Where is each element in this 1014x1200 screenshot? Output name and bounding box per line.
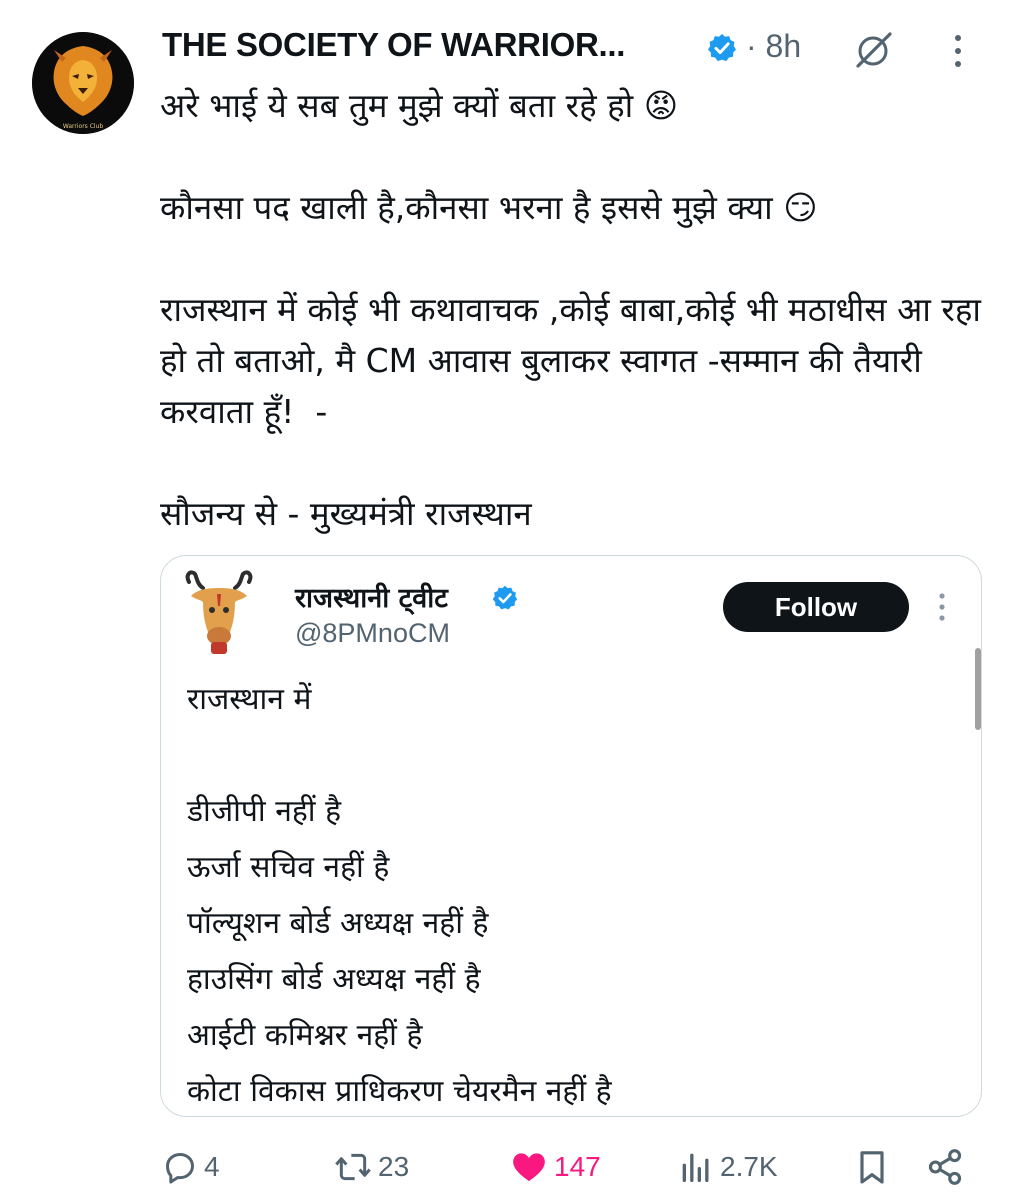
repost-button[interactable]: 23 [332, 1142, 409, 1192]
reply-button[interactable]: 4 [160, 1142, 220, 1192]
svg-text:Warriors Club: Warriors Club [63, 123, 104, 130]
reply-icon [166, 1153, 194, 1184]
bookmark-button[interactable] [852, 1142, 892, 1192]
follow-button[interactable]: Follow [723, 582, 909, 632]
more-vertical-icon[interactable] [937, 592, 947, 622]
action-bar: 4 23 147 2.7K [160, 1142, 970, 1192]
heart-icon [513, 1153, 545, 1182]
quote-scrollbar[interactable] [975, 648, 981, 730]
verified-badge-icon [708, 34, 736, 62]
bull-avatar-icon[interactable] [181, 570, 257, 660]
more-vertical-icon[interactable] [952, 34, 964, 68]
like-button[interactable]: 147 [508, 1142, 601, 1192]
share-icon [928, 1149, 962, 1185]
bookmark-icon [860, 1151, 884, 1184]
views-icon [682, 1153, 709, 1182]
repost-icon [335, 1153, 371, 1181]
verified-badge-icon [492, 585, 518, 610]
views-button[interactable]: 2.7K [676, 1142, 778, 1192]
lion-logo-icon: Warriors Club [32, 32, 134, 134]
like-count: 147 [554, 1151, 601, 1182]
post-text: अरे भाई ये सब तुम मुझे क्यों बता रहे हो … [160, 86, 981, 533]
post-time[interactable]: · 8h [746, 28, 801, 65]
author-name[interactable]: THE SOCIETY OF WARRIOR... [162, 26, 625, 64]
quoted-tweet[interactable]: राजस्थानी ट्वीट @8PMnoCM Follow राजस्थान… [160, 555, 982, 1117]
quoted-author-name[interactable]: राजस्थानी ट्वीट [295, 578, 448, 615]
quoted-tweet-text: राजस्थान में डीजीपी नहीं है ऊर्जा सचिव न… [187, 682, 612, 1109]
view-count: 2.7K [720, 1151, 778, 1182]
post-header: THE SOCIETY OF WARRIOR... · 8h [162, 24, 974, 74]
repost-count: 23 [378, 1151, 410, 1182]
reply-count: 4 [204, 1151, 220, 1182]
grok-icon[interactable] [852, 28, 896, 72]
share-button[interactable] [924, 1142, 966, 1192]
author-avatar[interactable]: Warriors Club [32, 32, 134, 134]
quoted-author-handle[interactable]: @8PMnoCM [295, 618, 450, 649]
